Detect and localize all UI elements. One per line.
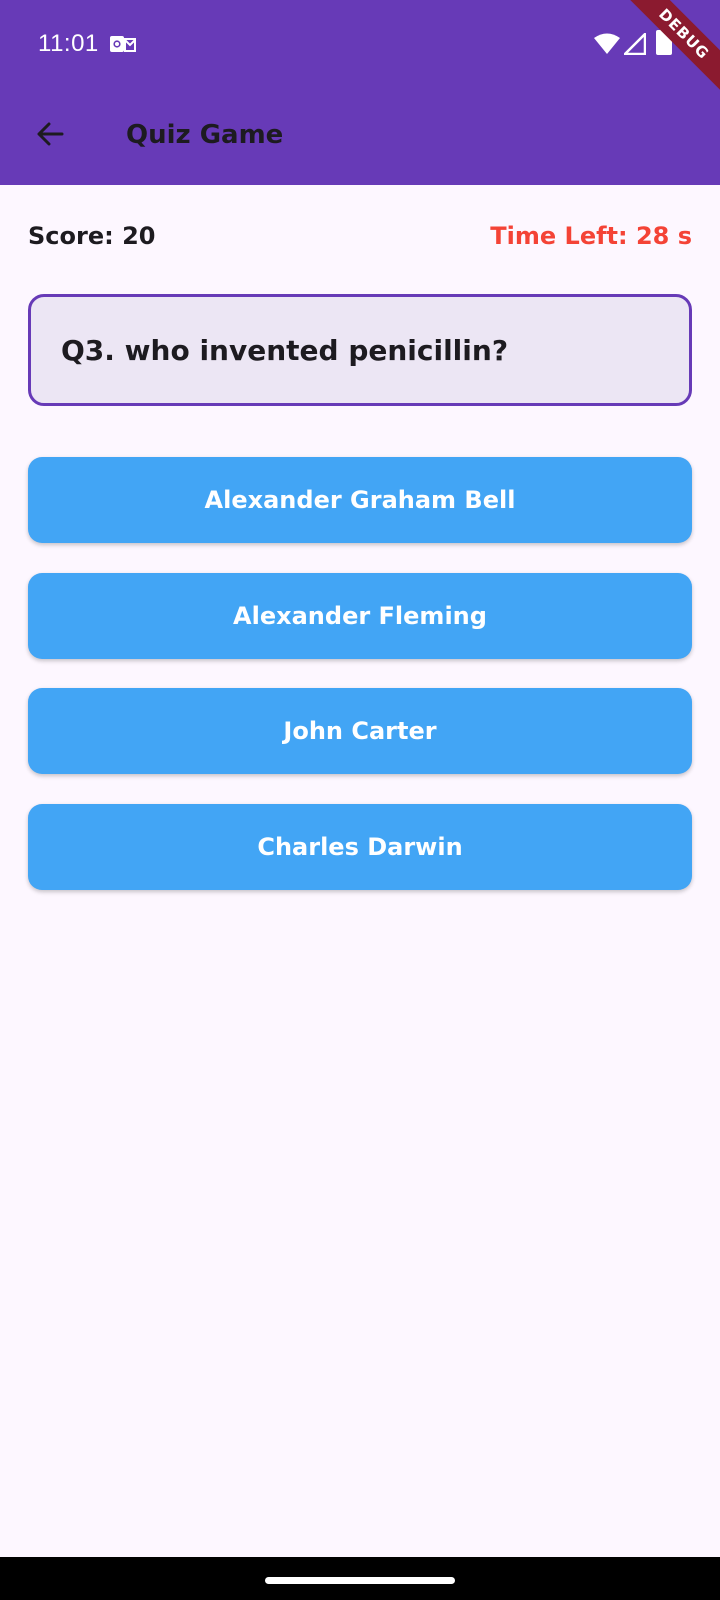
wifi-icon — [594, 33, 620, 55]
arrow-back-icon — [34, 118, 66, 154]
answer-button-3[interactable]: John Carter — [28, 688, 692, 774]
quiz-screen: 11:01 DEBUG Quiz Game Score: 20 Time Lef… — [0, 0, 720, 1600]
timer-label: Time Left: 28 s — [490, 222, 692, 250]
app-bar: Quiz Game — [0, 90, 720, 185]
system-nav-bar — [0, 1557, 720, 1600]
back-button[interactable] — [22, 108, 78, 164]
status-time: 11:01 — [38, 30, 99, 57]
outlook-notification-icon — [110, 33, 136, 55]
home-gesture-handle[interactable] — [265, 1577, 455, 1584]
signal-icon — [623, 32, 647, 56]
answer-button-1[interactable]: Alexander Graham Bell — [28, 457, 692, 543]
question-card: Q3. who invented penicillin? — [28, 294, 692, 406]
page-title: Quiz Game — [126, 120, 284, 150]
top-bar: 11:01 DEBUG Quiz Game — [0, 0, 720, 185]
status-bar: 11:01 — [0, 0, 720, 90]
answer-button-2[interactable]: Alexander Fleming — [28, 573, 692, 659]
score-label: Score: 20 — [28, 222, 156, 250]
question-text: Q3. who invented penicillin? — [61, 333, 509, 367]
answer-button-4[interactable]: Charles Darwin — [28, 804, 692, 890]
